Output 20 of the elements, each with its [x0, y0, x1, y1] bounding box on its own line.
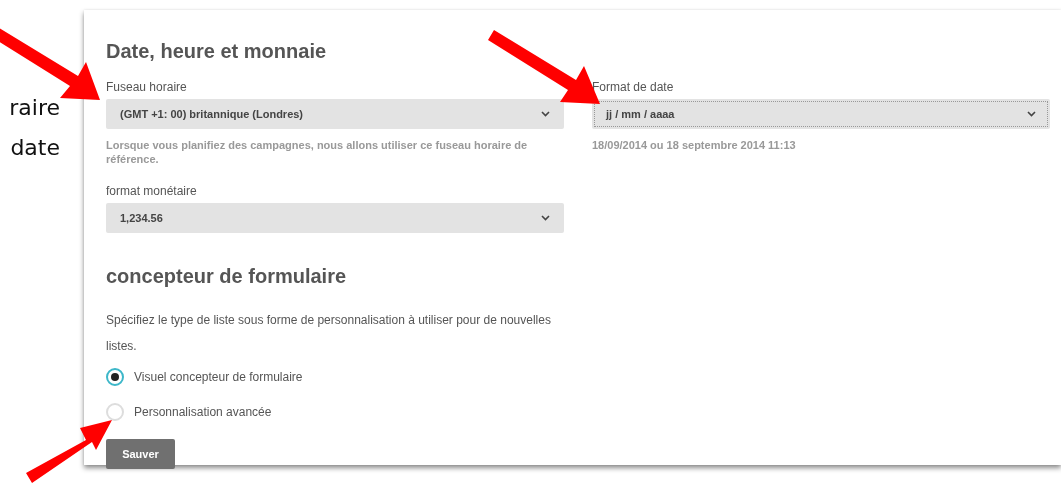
radio-button[interactable] — [106, 367, 124, 386]
document-text: raire — [9, 94, 60, 122]
field-hint: 18/09/2014 ou 18 septembre 2014 11:13 — [592, 138, 797, 152]
description-text: Spécifiez le type de liste sous forme de personnalisation à utiliser pour de nouvelles listes. — [106, 312, 552, 355]
select-field[interactable]: jj / mm / aaaa — [592, 99, 1050, 129]
save-button[interactable]: Sauver — [106, 439, 175, 469]
option-label[interactable]: Visuel concepteur de formulaire — [134, 369, 303, 384]
chevron-down-icon — [541, 215, 550, 221]
chevron-down-icon — [1027, 111, 1036, 117]
field-hint: Lorsque vous planifiez des campagnes, nous allons utiliser ce fuseau horaire de référence. — [106, 138, 529, 166]
option-label[interactable]: Personnalisation avancée — [134, 404, 272, 419]
section-heading: concepteur de formulaire — [106, 264, 348, 289]
select-field[interactable]: 1,234.56 — [106, 203, 564, 233]
field-label: Fuseau horaire — [106, 80, 188, 94]
section-heading: Date, heure et monnaie — [106, 39, 328, 64]
field-label: Format de date — [592, 80, 675, 94]
chevron-down-icon — [541, 111, 550, 117]
field-label: format monétaire — [106, 184, 198, 198]
select-field[interactable]: (GMT +1: 00) britannique (Londres) — [106, 99, 564, 129]
document-text: date — [10, 134, 60, 162]
